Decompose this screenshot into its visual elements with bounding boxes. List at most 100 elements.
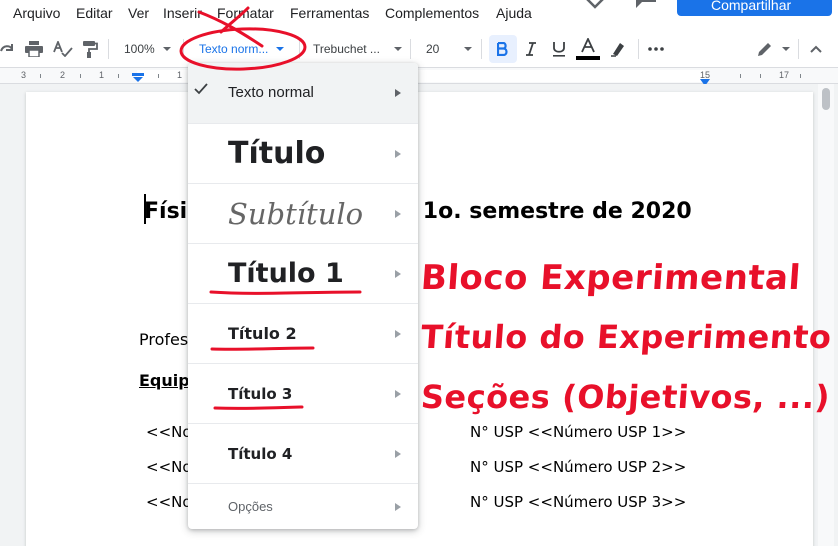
annotation-note: Bloco Experimental: [419, 258, 803, 298]
menu-arquivo[interactable]: Arquivo: [13, 5, 60, 21]
ruler-tick: [40, 74, 41, 78]
member-name: <<No: [146, 423, 192, 441]
style-option-heading-2[interactable]: Título 2: [188, 303, 418, 363]
style-option-label: Opções: [228, 499, 273, 514]
menu-bar: Arquivo Editar Ver Inserir Formatar Ferr…: [0, 0, 838, 30]
redo-icon[interactable]: [0, 30, 14, 68]
professor-label: Profes: [139, 330, 189, 349]
chevron-right-icon: [395, 450, 401, 458]
member-name: <<No: [146, 493, 192, 511]
menu-editar[interactable]: Editar: [76, 5, 113, 21]
ruler-tick: [158, 74, 159, 78]
chevron-right-icon: [395, 150, 401, 158]
annotation-note: Título do Experimento: [419, 318, 833, 356]
print-icon[interactable]: [25, 30, 43, 68]
toolbar-divider: [299, 39, 300, 59]
style-option-label: Título 4: [228, 445, 293, 463]
ruler[interactable]: 3 2 1 1 15 17: [0, 68, 838, 86]
paragraph-style-menu: Texto normal Título Subtítulo Título 1 T…: [188, 63, 418, 529]
ruler-number: 2: [60, 70, 66, 80]
vertical-scrollbar[interactable]: [818, 84, 834, 546]
ruler-number: 17: [779, 70, 790, 80]
paint-format-icon[interactable]: [82, 30, 98, 68]
zoom-value: 100%: [124, 42, 155, 56]
style-option-subtitle[interactable]: Subtítulo: [188, 183, 418, 243]
chevron-right-icon: [395, 270, 401, 278]
ruler-number: 1: [99, 70, 105, 80]
style-option-options[interactable]: Opções: [188, 483, 418, 529]
ruler-tick: [740, 74, 741, 78]
ruler-number: 1: [177, 70, 183, 80]
equipe-heading: Equip: [139, 371, 190, 390]
share-button-label: Compartilhar: [711, 0, 792, 13]
font-size-select[interactable]: 20: [426, 30, 473, 68]
style-option-label: Título 2: [228, 324, 297, 343]
member-usp: N° USP <<Número USP 2>>: [470, 458, 687, 476]
toolbar-divider: [798, 39, 799, 59]
toolbar-divider: [410, 39, 411, 59]
document-canvas: Físi - 1o. semestre de 2020 Profes Equip…: [0, 84, 838, 546]
paragraph-style-value: Texto norm...: [199, 42, 269, 56]
menu-ajuda[interactable]: Ajuda: [496, 5, 532, 21]
share-button[interactable]: Compartilhar: [677, 0, 832, 16]
toolbar-divider: [638, 39, 639, 59]
text-color-button[interactable]: [576, 30, 600, 68]
font-value: Trebuchet ...: [313, 42, 380, 56]
menu-ferramentas[interactable]: Ferramentas: [290, 5, 369, 21]
style-option-title[interactable]: Título: [188, 123, 418, 183]
lock-icon[interactable]: [585, 0, 605, 9]
style-option-label: Título 1: [228, 258, 344, 289]
spellcheck-icon[interactable]: [53, 30, 73, 68]
ruler-tick: [800, 74, 801, 78]
ruler-tick: [760, 74, 761, 78]
style-option-heading-4[interactable]: Título 4: [188, 423, 418, 483]
annotation-note: Seções (Objetivos, ...): [419, 378, 832, 416]
menu-formatar[interactable]: Formatar: [217, 5, 274, 21]
comment-icon[interactable]: [634, 0, 658, 10]
italic-button[interactable]: [525, 30, 537, 68]
zoom-select[interactable]: 100%: [124, 30, 171, 68]
underline-button[interactable]: [552, 30, 566, 68]
checkmark-icon: [194, 83, 208, 95]
chevron-down-icon: [393, 47, 402, 51]
chevron-down-icon: [276, 47, 285, 51]
chevron-down-icon: [782, 47, 790, 51]
chevron-right-icon: [395, 503, 401, 511]
chevron-right-icon: [395, 330, 401, 338]
chevron-right-icon: [395, 390, 401, 398]
chevron-down-icon: [464, 47, 473, 51]
style-option-label: Título 3: [228, 385, 293, 403]
text-cursor: [144, 194, 146, 224]
ruler-number: 3: [21, 70, 27, 80]
menu-complementos[interactable]: Complementos: [385, 5, 479, 21]
document-title-end: - 1o. semestre de 2020: [406, 199, 692, 224]
chevron-up-icon[interactable]: [810, 30, 822, 68]
menu-inserir[interactable]: Inserir: [163, 5, 202, 21]
ruler-tick: [118, 74, 119, 78]
ruler-tick: [80, 74, 81, 78]
toolbar-divider: [183, 39, 184, 59]
style-option-label: Subtítulo: [228, 197, 364, 231]
toolbar: 100% Texto norm... Trebuchet ... 20: [0, 30, 838, 68]
member-usp: N° USP <<Número USP 1>>: [470, 423, 687, 441]
chevron-down-icon: [162, 47, 171, 51]
chevron-right-icon: [395, 89, 401, 97]
editing-mode-icon[interactable]: [756, 30, 790, 68]
highlight-icon[interactable]: [610, 30, 626, 68]
more-icon[interactable]: [648, 30, 664, 68]
chevron-right-icon: [395, 210, 401, 218]
style-option-heading-3[interactable]: Título 3: [188, 363, 418, 423]
toolbar-divider: [481, 39, 482, 59]
font-size-value: 20: [426, 42, 440, 56]
style-option-label: Título: [228, 136, 326, 171]
style-option-label: Texto normal: [228, 84, 314, 101]
style-option-normal-text[interactable]: Texto normal: [188, 63, 418, 123]
scrollbar-thumb[interactable]: [822, 88, 830, 110]
style-option-heading-1[interactable]: Título 1: [188, 243, 418, 303]
document-title-start: Físi: [144, 199, 188, 224]
member-name: <<No: [146, 458, 192, 476]
toolbar-divider: [108, 39, 109, 59]
bold-icon: [497, 30, 509, 68]
member-usp: N° USP <<Número USP 3>>: [470, 493, 687, 511]
menu-ver[interactable]: Ver: [128, 5, 149, 21]
